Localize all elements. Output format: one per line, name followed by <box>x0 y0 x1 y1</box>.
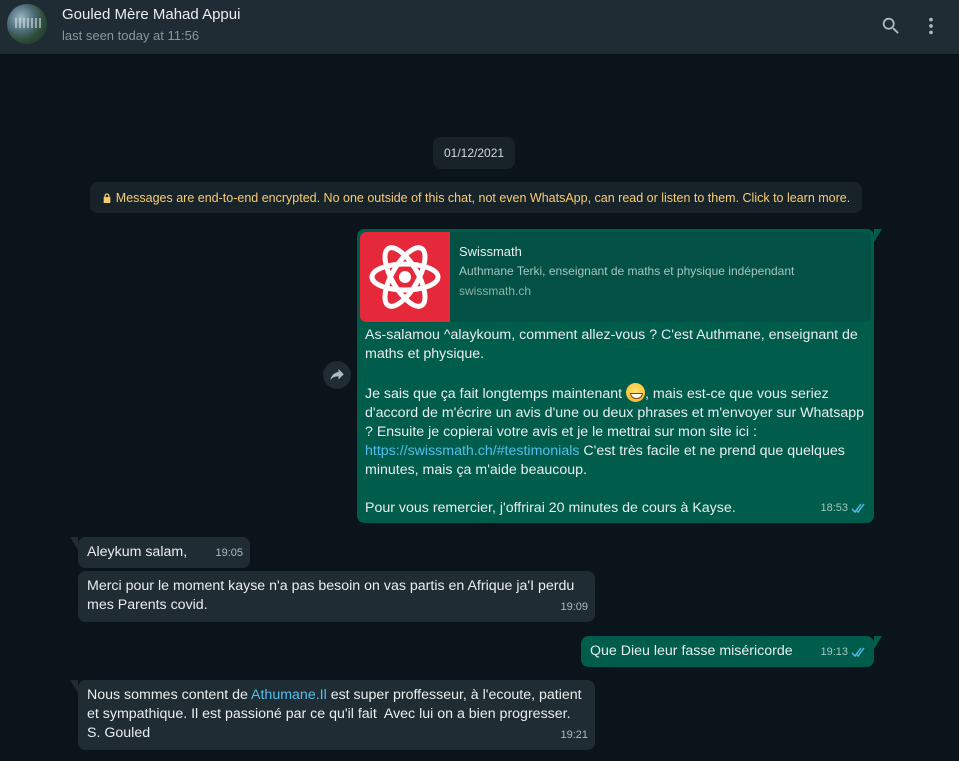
link-preview-domain: swissmath.ch <box>459 284 532 298</box>
date-divider: 01/12/2021 <box>433 137 516 169</box>
link-preview-description: Authmane Terki, enseignant de maths et p… <box>459 264 795 278</box>
message-time: 19:13 <box>820 646 848 658</box>
message-outgoing[interactable]: Que Dieu leur fasse miséricorde 19:13 <box>581 636 882 667</box>
message-text: As-salamou ^alaykoum, comment allez-vous… <box>365 326 868 518</box>
contact-avatar[interactable] <box>7 4 47 44</box>
search-icon[interactable] <box>879 14 903 38</box>
message-outgoing[interactable]: Swissmath Authmane Terki, enseignant de … <box>357 229 882 523</box>
message-time: 18:53 <box>820 502 848 514</box>
message-text: Merci pour le moment kayse n'a pas besoi… <box>87 578 575 613</box>
message-meta: 19:09 <box>560 598 588 617</box>
message-paragraph: Je sais que ça fait longtemps maintenant <box>365 386 627 402</box>
message-time: 19:05 <box>215 547 243 559</box>
message-time: 19:21 <box>560 729 588 741</box>
message-paragraph: As-salamou ^alaykoum, comment allez-vous… <box>365 327 862 362</box>
message-text: Nous sommes content de Athumane.Il est s… <box>87 686 587 743</box>
message-meta: 19:05 <box>215 544 243 563</box>
swissmath-logo <box>360 232 450 322</box>
message-text: Aleykum salam, <box>87 544 188 560</box>
message-text: Que Dieu leur fasse miséricorde <box>590 643 793 659</box>
encryption-notice-text: Messages are end-to-end encrypted. No on… <box>115 190 851 205</box>
message-time: 19:09 <box>560 601 588 613</box>
chat-pane[interactable]: 01/12/2021 Messages are end-to-end encry… <box>0 54 959 761</box>
message-incoming[interactable]: Merci pour le moment kayse n'a pas besoi… <box>78 571 595 622</box>
kebab-menu-icon[interactable] <box>919 14 943 38</box>
grinning-emoji-icon <box>626 383 646 402</box>
message-signature: S. Gouled <box>87 725 151 741</box>
message-meta: 18:53 <box>820 499 867 518</box>
testimonials-link[interactable]: https://swissmath.ch/#testimonials <box>365 443 579 459</box>
forward-icon <box>330 369 344 381</box>
contact-name[interactable]: Gouled Mère Mahad Appui <box>62 6 240 23</box>
message-meta: 19:13 <box>820 643 867 662</box>
link-preview-title: Swissmath <box>459 244 522 259</box>
message-paragraph: Nous sommes content de <box>87 687 252 703</box>
chat-header[interactable]: Gouled Mère Mahad Appui last seen today … <box>0 0 959 54</box>
double-check-icon <box>851 647 865 658</box>
message-incoming[interactable]: Nous sommes content de Athumane.Il est s… <box>70 680 595 750</box>
double-check-icon <box>851 503 865 514</box>
lock-icon <box>103 192 111 203</box>
message-paragraph: Pour vous remercier, j'offrirai 20 minut… <box>365 500 736 516</box>
message-meta: 19:21 <box>560 726 588 745</box>
link-preview[interactable]: Swissmath Authmane Terki, enseignant de … <box>360 232 871 322</box>
mention-link[interactable]: Athumane.Il <box>251 687 327 703</box>
forward-message-button[interactable] <box>323 361 351 389</box>
contact-last-seen: last seen today at 11:56 <box>62 28 200 43</box>
encryption-notice[interactable]: Messages are end-to-end encrypted. No on… <box>90 182 862 213</box>
message-incoming[interactable]: Aleykum salam, 19:05 <box>70 537 250 568</box>
